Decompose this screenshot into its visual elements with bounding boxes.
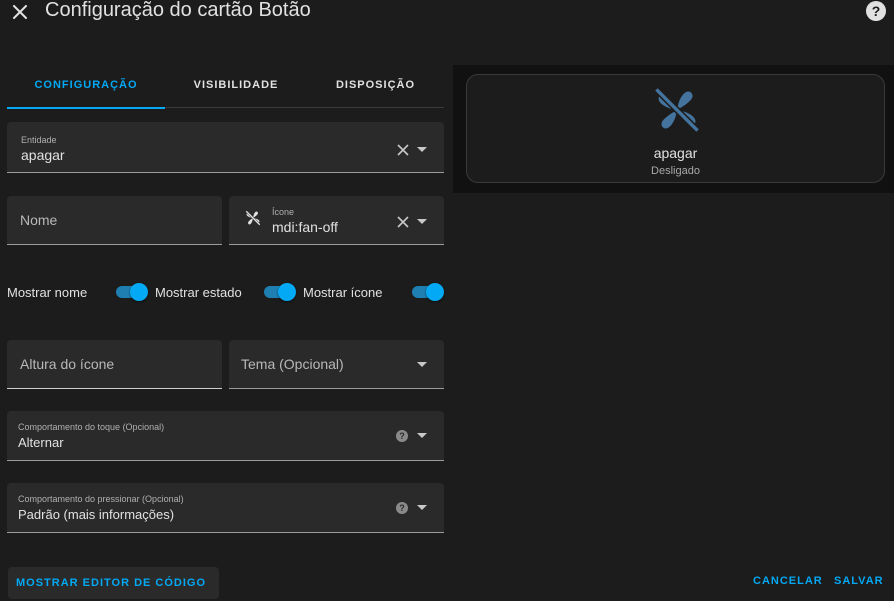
show-name-label: Mostrar nome (7, 284, 88, 300)
name-placeholder: Nome (20, 212, 58, 228)
chevron-down-icon[interactable] (416, 216, 428, 228)
icon-height-field[interactable]: Altura do ícone (7, 340, 222, 389)
icon-picker[interactable]: Ícone mdi:fan-off (229, 196, 444, 245)
help-circle-icon[interactable]: ? (396, 430, 408, 442)
icon-label: Ícone (272, 207, 295, 217)
tab-visibilidade[interactable]: VISIBILIDADE (165, 62, 307, 108)
theme-select[interactable]: Tema (Opcional) (229, 340, 444, 389)
show-icon-label: Mostrar ícone (303, 284, 383, 300)
dialog-header: Configuração do cartão Botão ? (0, 0, 894, 24)
clear-icon[interactable] (395, 214, 411, 230)
show-name-switch[interactable] (116, 283, 148, 301)
show-state-switch[interactable] (264, 283, 296, 301)
theme-placeholder: Tema (Opcional) (241, 356, 344, 372)
save-button[interactable]: SALVAR (834, 575, 884, 587)
entity-label: Entidade (21, 135, 57, 145)
chevron-down-icon[interactable] (416, 144, 428, 156)
dialog-title: Configuração do cartão Botão (45, 0, 311, 21)
icon-height-placeholder: Altura do ícone (20, 356, 115, 372)
hold-action-select[interactable]: Comportamento do pressionar (Opcional) P… (7, 483, 444, 533)
fan-off-icon (651, 84, 703, 136)
entity-value: apagar (21, 147, 65, 163)
preview-state: Desligado (651, 165, 700, 177)
tab-bar: CONFIGURAÇÃO VISIBILIDADE DISPOSIÇÃO (7, 62, 444, 109)
tab-disposicao[interactable]: DISPOSIÇÃO (307, 62, 444, 108)
help-circle-icon[interactable]: ? (396, 502, 408, 514)
tap-action-value: Alternar (18, 435, 64, 450)
tab-configuracao[interactable]: CONFIGURAÇÃO (7, 62, 165, 109)
show-icon-switch[interactable] (412, 283, 444, 301)
tap-action-select[interactable]: Comportamento do toque (Opcional) Altern… (7, 411, 444, 461)
chevron-down-icon[interactable] (416, 359, 428, 371)
fan-off-icon (243, 208, 263, 228)
chevron-down-icon[interactable] (416, 502, 428, 514)
clear-icon[interactable] (395, 142, 411, 158)
chevron-down-icon[interactable] (416, 430, 428, 442)
button-card-preview[interactable]: apagar Desligado (466, 74, 885, 183)
cancel-button[interactable]: CANCELAR (753, 575, 823, 587)
entity-picker[interactable]: Entidade apagar (7, 122, 444, 173)
icon-value: mdi:fan-off (272, 219, 338, 235)
hold-action-label: Comportamento do pressionar (Opcional) (18, 494, 184, 504)
help-circle-icon[interactable]: ? (866, 1, 886, 21)
show-code-editor-button[interactable]: MOSTRAR EDITOR DE CÓDIGO (8, 567, 219, 599)
tap-action-label: Comportamento do toque (Opcional) (18, 422, 165, 432)
preview-name: apagar (653, 145, 698, 161)
close-icon[interactable] (8, 0, 32, 24)
show-state-label: Mostrar estado (155, 284, 242, 300)
name-field[interactable]: Nome (7, 196, 222, 245)
hold-action-value: Padrão (mais informações) (18, 507, 175, 522)
